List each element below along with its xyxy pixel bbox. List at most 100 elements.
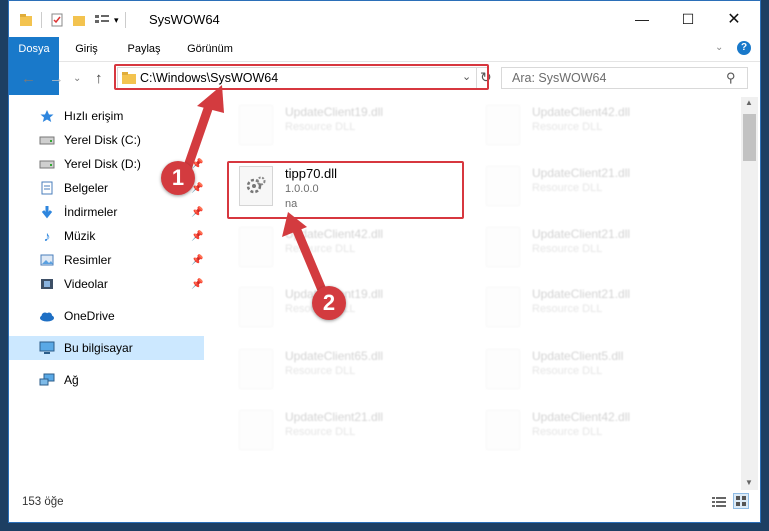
dll-file-icon: [486, 105, 520, 145]
maximize-button[interactable]: ☐: [665, 1, 711, 37]
list-item[interactable]: UpdateClient21.dll Resource DLL: [229, 402, 464, 460]
expand-ribbon-icon[interactable]: ⌄: [715, 42, 723, 53]
sidebar-item-disk-c[interactable]: Yerel Disk (C:): [9, 128, 204, 152]
list-item[interactable]: UpdateClient21.dll Resource DLL: [476, 219, 711, 277]
list-item[interactable]: UpdateClient21.dll Resource DLL: [476, 158, 711, 216]
file-description: Resource DLL: [285, 426, 356, 438]
view-options-icon[interactable]: [94, 13, 112, 27]
sidebar-item-label: Yerel Disk (D:): [64, 157, 141, 171]
step-badge-1: 1: [161, 161, 195, 195]
search-icon[interactable]: ⚲: [726, 70, 736, 86]
dll-file-icon: [486, 287, 520, 327]
folder-icon[interactable]: [19, 13, 33, 27]
sidebar-item-pictures[interactable]: Resimler 📌: [9, 248, 204, 272]
file-description: Resource DLL: [532, 243, 603, 255]
sidebar-item-music[interactable]: ♪ Müzik 📌: [9, 224, 204, 248]
tab-paylas[interactable]: Paylaş: [119, 37, 169, 61]
file-description: Resource DLL: [532, 426, 603, 438]
drive-icon: [39, 156, 55, 172]
dll-file-icon: [239, 105, 273, 145]
list-item[interactable]: UpdateClient42.dll Resource DLL: [476, 402, 711, 460]
file-description: Resource DLL: [532, 365, 603, 377]
sidebar-item-label: Belgeler: [64, 181, 109, 195]
up-arrow-icon[interactable]: ↑: [95, 70, 103, 87]
sidebar-item-network[interactable]: Ağ: [9, 368, 204, 392]
scroll-down-icon[interactable]: ▼: [745, 478, 753, 487]
minimize-button[interactable]: —: [619, 1, 665, 37]
sidebar-item-label: Bu bilgisayar: [64, 341, 133, 355]
forward-arrow-icon[interactable]: →: [49, 70, 64, 87]
music-icon: ♪: [43, 228, 51, 244]
file-list: UpdateClient19.dll Resource DLL UpdateCl…: [219, 97, 739, 477]
file-highlight-box: [227, 161, 464, 219]
details-view-icon[interactable]: [711, 495, 727, 509]
back-arrow-icon[interactable]: ←: [21, 70, 36, 87]
videos-icon: [39, 276, 55, 292]
pin-icon: 📌: [191, 278, 204, 290]
sidebar-item-this-pc[interactable]: Bu bilgisayar: [9, 336, 204, 360]
help-icon[interactable]: ?: [737, 41, 751, 55]
status-bar: 153 öğe: [9, 491, 760, 515]
sidebar-item-quick-access[interactable]: Hızlı erişim: [9, 104, 204, 128]
pin-icon: 📌: [191, 206, 204, 218]
recent-locations-icon[interactable]: ⌄: [73, 73, 81, 84]
dll-file-icon: [239, 349, 273, 389]
list-item[interactable]: UpdateClient42.dll Resource DLL: [229, 219, 464, 277]
sidebar-item-label: Resimler: [64, 253, 112, 267]
sidebar-item-downloads[interactable]: İndirmeler 📌: [9, 200, 204, 224]
vertical-scrollbar[interactable]: ▲ ▼: [741, 97, 758, 490]
search-box[interactable]: Ara: SysWOW64 ⚲: [501, 67, 748, 89]
list-item[interactable]: UpdateClient65.dll Resource DLL: [229, 341, 464, 399]
title-bar: ▾ SysWOW64 — ☐ ✕: [9, 1, 760, 37]
list-item[interactable]: UpdateClient42.dll Resource DLL: [476, 97, 711, 155]
sidebar-item-label: Ağ: [64, 373, 79, 387]
file-description: Resource DLL: [532, 182, 603, 194]
pictures-icon: [39, 252, 55, 268]
file-name: UpdateClient21.dll: [532, 166, 631, 180]
new-folder-icon[interactable]: [72, 13, 86, 27]
step-badge-2: 2: [312, 286, 346, 320]
close-button[interactable]: ✕: [711, 1, 757, 37]
properties-icon[interactable]: [50, 13, 64, 27]
sidebar-item-videos[interactable]: Videolar 📌: [9, 272, 204, 296]
sidebar-item-label: Hızlı erişim: [64, 109, 124, 123]
item-count: 153 öğe: [22, 496, 64, 508]
file-name: UpdateClient42.dll: [532, 410, 631, 424]
dll-file-icon: [239, 410, 273, 450]
dll-file-icon: [486, 349, 520, 389]
computer-icon: [39, 340, 55, 356]
sidebar-item-onedrive[interactable]: OneDrive: [9, 304, 204, 328]
list-item[interactable]: UpdateClient5.dll Resource DLL: [476, 341, 711, 399]
star-icon: [39, 108, 55, 124]
search-input[interactable]: Ara: SysWOW64: [512, 71, 606, 85]
file-name: UpdateClient42.dll: [532, 105, 631, 119]
dll-file-icon: [239, 287, 273, 327]
dll-file-icon: [239, 227, 273, 267]
dll-file-icon: [486, 410, 520, 450]
sidebar-item-label: İndirmeler: [64, 205, 118, 219]
dropdown-arrow-icon[interactable]: ▾: [114, 15, 119, 26]
sidebar-item-label: Müzik: [64, 229, 96, 243]
pin-icon: 📌: [191, 158, 204, 170]
list-item[interactable]: UpdateClient19.dll Resource DLL: [229, 97, 464, 155]
sidebar-item-label: Videolar: [64, 277, 108, 291]
cloud-icon: [39, 308, 55, 324]
file-name: UpdateClient65.dll: [285, 349, 384, 363]
tiles-view-icon[interactable]: [733, 493, 749, 509]
window-title: SysWOW64: [149, 12, 220, 27]
tab-giris[interactable]: Giriş: [64, 37, 109, 61]
file-name: UpdateClient5.dll: [532, 349, 624, 363]
list-item[interactable]: UpdateClient19.dll Resource DLL: [229, 279, 464, 337]
ribbon-tabs: Dosya Giriş Paylaş Görünüm ⌄ ?: [9, 37, 760, 95]
documents-icon: [39, 180, 55, 196]
drive-icon: [39, 132, 55, 148]
quick-access-toolbar: ▾: [19, 11, 132, 29]
tab-gorunum[interactable]: Görünüm: [179, 37, 241, 61]
sidebar-item-label: Yerel Disk (C:): [64, 133, 141, 147]
scroll-up-icon[interactable]: ▲: [745, 98, 753, 107]
list-item[interactable]: UpdateClient21.dll Resource DLL: [476, 279, 711, 337]
file-description: Resource DLL: [285, 365, 356, 377]
file-name: UpdateClient21.dll: [532, 287, 631, 301]
scrollbar-thumb[interactable]: [743, 114, 756, 161]
file-name: UpdateClient21.dll: [285, 410, 384, 424]
